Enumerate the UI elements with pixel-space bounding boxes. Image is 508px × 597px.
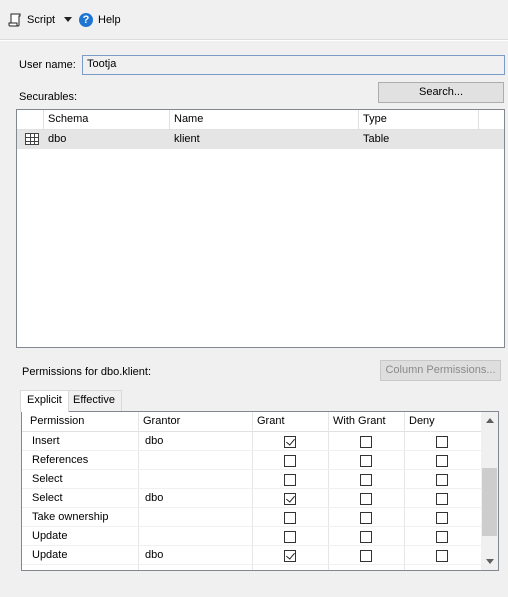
column-header-grantor[interactable]: Grantor — [139, 412, 253, 431]
column-header-schema[interactable]: Schema — [44, 110, 170, 129]
permission-row[interactable]: References — [22, 451, 482, 470]
with-grant-checkbox[interactable] — [360, 493, 372, 505]
scroll-up-icon[interactable] — [486, 418, 494, 423]
with-grant-checkbox[interactable] — [360, 550, 372, 562]
grant-checkbox[interactable] — [284, 455, 296, 467]
grant-checkbox[interactable] — [284, 531, 296, 543]
search-button[interactable]: Search... — [378, 82, 504, 103]
user-name-field[interactable]: Tootja — [82, 55, 505, 75]
tab-explicit[interactable]: Explicit — [20, 390, 69, 412]
permission-name: Insert — [32, 435, 60, 447]
deny-checkbox[interactable] — [436, 550, 448, 562]
column-permissions-button[interactable]: Column Permissions... — [380, 360, 501, 381]
permission-grantor: dbo — [145, 492, 164, 504]
deny-checkbox[interactable] — [436, 512, 448, 524]
permission-row[interactable]: Take ownership — [22, 508, 482, 527]
main-content: User name: Tootja Securables: Search... … — [0, 41, 508, 597]
permission-grantor: dbo — [145, 435, 164, 447]
securables-grid: Schema Name Type dbo klient Table — [16, 109, 505, 348]
permission-grantor — [141, 508, 145, 527]
with-grant-checkbox[interactable] — [360, 512, 372, 524]
help-button[interactable]: ? Help — [79, 11, 121, 29]
securable-name: klient — [174, 133, 200, 145]
grant-checkbox[interactable] — [284, 512, 296, 524]
permission-name: Select — [32, 492, 63, 504]
toolbar: Script ? Help — [0, 0, 508, 40]
deny-checkbox[interactable] — [436, 531, 448, 543]
column-header-with-grant[interactable]: With Grant — [329, 412, 405, 431]
permission-row[interactable]: Select — [22, 470, 482, 489]
permission-row[interactable]: Select dbo — [22, 489, 482, 508]
scroll-down-icon[interactable] — [486, 559, 494, 564]
permission-row[interactable]: Insert dbo — [22, 432, 482, 451]
permission-name: Update — [32, 530, 68, 542]
column-header-grant[interactable]: Grant — [253, 412, 329, 431]
column-header-type[interactable]: Type — [359, 110, 479, 129]
deny-checkbox[interactable] — [436, 436, 448, 448]
permission-grantor: dbo — [145, 549, 164, 561]
permission-name: Take ownership — [32, 511, 109, 523]
with-grant-checkbox[interactable] — [360, 474, 372, 486]
securable-type: Table — [363, 133, 390, 145]
permissions-grid: Permission Grantor Grant With Grant Deny… — [21, 411, 499, 571]
vertical-scrollbar[interactable] — [481, 412, 498, 570]
script-label: Script — [27, 14, 56, 26]
help-label: Help — [98, 14, 121, 26]
permission-grantor — [141, 527, 145, 546]
column-header-permission[interactable]: Permission — [26, 412, 139, 431]
chevron-down-icon[interactable] — [64, 17, 72, 22]
help-icon: ? — [79, 13, 93, 27]
with-grant-checkbox[interactable] — [360, 436, 372, 448]
permission-name: References — [32, 454, 89, 466]
grant-checkbox[interactable] — [284, 493, 296, 505]
scrollbar-thumb[interactable] — [482, 468, 497, 536]
grant-checkbox[interactable] — [284, 436, 296, 448]
column-header-name[interactable]: Name — [170, 110, 359, 129]
securables-label: Securables: — [19, 91, 78, 103]
script-button[interactable]: Script — [8, 11, 55, 29]
tab-effective[interactable]: Effective — [66, 390, 122, 411]
table-icon — [25, 133, 39, 145]
permissions-label: Permissions for dbo.klient: — [22, 366, 151, 378]
deny-checkbox[interactable] — [436, 474, 448, 486]
with-grant-checkbox[interactable] — [360, 531, 372, 543]
permission-grantor — [141, 470, 145, 489]
icon-column-header — [17, 110, 44, 129]
grant-checkbox[interactable] — [284, 550, 296, 562]
grant-checkbox[interactable] — [284, 474, 296, 486]
script-icon — [8, 13, 22, 27]
securable-schema: dbo — [48, 133, 67, 145]
permission-name: Update — [32, 549, 68, 561]
securable-row[interactable]: dbo klient Table — [17, 130, 504, 149]
deny-checkbox[interactable] — [436, 455, 448, 467]
permission-row[interactable]: Update dbo — [22, 546, 482, 565]
with-grant-checkbox[interactable] — [360, 455, 372, 467]
permission-name: Select — [32, 473, 63, 485]
deny-checkbox[interactable] — [436, 493, 448, 505]
user-name-label: User name: — [19, 59, 76, 71]
column-header-deny[interactable]: Deny — [405, 412, 482, 431]
securables-header: Schema Name Type — [17, 110, 504, 130]
permission-row[interactable]: Update — [22, 527, 482, 546]
permission-grantor — [141, 451, 145, 470]
